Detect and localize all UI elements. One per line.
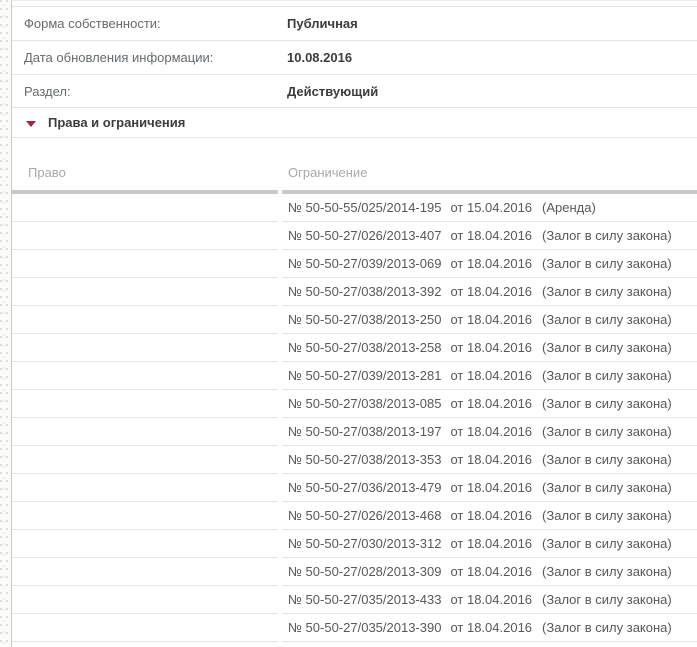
info-row-section: Раздел: Действующий bbox=[12, 75, 697, 108]
restriction-type: (Залог в силу закона) bbox=[542, 228, 672, 243]
restriction-date: от 18.04.2016 bbox=[450, 396, 532, 411]
table-cell-restriction: № 50-50-27/026/2013-407 от 18.04.2016 (З… bbox=[282, 222, 697, 250]
restriction-date: от 18.04.2016 bbox=[450, 256, 532, 271]
restriction-number: № 50-50-27/026/2013-407 bbox=[288, 228, 441, 243]
field-label: Форма собственности: bbox=[24, 16, 287, 31]
field-label: Раздел: bbox=[24, 84, 287, 99]
table-cell-restriction: № 50-50-27/035/2013-390 от 18.04.2016 (З… bbox=[282, 614, 697, 642]
table-cell-right bbox=[12, 558, 278, 586]
info-section: Форма собственности: Публичная Дата обно… bbox=[12, 6, 697, 108]
restriction-date: от 18.04.2016 bbox=[450, 508, 532, 523]
restriction-number: № 50-50-27/038/2013-085 bbox=[288, 396, 441, 411]
table-cell-restriction: № 50-50-27/030/2013-312 от 18.04.2016 (З… bbox=[282, 530, 697, 558]
restriction-date: от 18.04.2016 bbox=[450, 564, 532, 579]
table-cell-restriction: № 50-50-27/038/2013-392 от 18.04.2016 (З… bbox=[282, 278, 697, 306]
table-cell-restriction: № 50-50-27/039/2013-281 от 18.04.2016 (З… bbox=[282, 362, 697, 390]
restriction-date: от 18.04.2016 bbox=[450, 312, 532, 327]
restriction-type: (Залог в силу закона) bbox=[542, 284, 672, 299]
field-value: 10.08.2016 bbox=[287, 50, 352, 65]
restriction-number: № 50-50-27/038/2013-258 bbox=[288, 340, 441, 355]
table-cell-restriction: № 50-50-55/025/2014-195 от 15.04.2016 (А… bbox=[282, 194, 697, 222]
restriction-number: № 50-50-27/028/2013-309 bbox=[288, 564, 441, 579]
restriction-number: № 50-50-27/038/2013-353 bbox=[288, 452, 441, 467]
restriction-number: № 50-50-27/036/2013-479 bbox=[288, 480, 441, 495]
restriction-type: (Залог в силу закона) bbox=[542, 340, 672, 355]
table-cell-right bbox=[12, 474, 278, 502]
table-cell-right bbox=[12, 530, 278, 558]
restriction-date: от 18.04.2016 bbox=[450, 592, 532, 607]
restriction-date: от 18.04.2016 bbox=[450, 228, 532, 243]
table-cell-restriction: № 50-50-27/038/2013-085 от 18.04.2016 (З… bbox=[282, 390, 697, 418]
restriction-date: от 18.04.2016 bbox=[450, 620, 532, 635]
table-cell-right bbox=[12, 194, 278, 222]
table-cell-right bbox=[12, 362, 278, 390]
table-cell-restriction: № 50-50-27/028/2013-309 от 18.04.2016 (З… bbox=[282, 558, 697, 586]
restriction-number: № 50-50-27/039/2013-069 bbox=[288, 256, 441, 271]
restriction-type: (Залог в силу закона) bbox=[542, 564, 672, 579]
table-cell-restriction: № 50-50-27/038/2013-197 от 18.04.2016 (З… bbox=[282, 418, 697, 446]
table-cell-restriction: № 50-50-27/038/2013-250 от 18.04.2016 (З… bbox=[282, 306, 697, 334]
restriction-type: (Залог в силу закона) bbox=[542, 424, 672, 439]
table-cell-right bbox=[12, 306, 278, 334]
restriction-number: № 50-50-27/039/2013-281 bbox=[288, 368, 441, 383]
table-cell-restriction: № 50-50-27/026/2013-468 от 18.04.2016 (З… bbox=[282, 502, 697, 530]
restriction-number: № 50-50-27/038/2013-250 bbox=[288, 312, 441, 327]
restriction-date: от 18.04.2016 bbox=[450, 368, 532, 383]
table-cell-right bbox=[12, 446, 278, 474]
table-cell-right bbox=[12, 586, 278, 614]
table-cell-right bbox=[12, 250, 278, 278]
restriction-number: № 50-50-27/038/2013-197 bbox=[288, 424, 441, 439]
restriction-number: № 50-50-27/030/2013-312 bbox=[288, 536, 441, 551]
restriction-date: от 18.04.2016 bbox=[450, 424, 532, 439]
field-label: Дата обновления информации: bbox=[24, 50, 287, 65]
restriction-type: (Залог в силу закона) bbox=[542, 452, 672, 467]
restriction-date: от 18.04.2016 bbox=[450, 536, 532, 551]
restriction-number: № 50-50-27/035/2013-390 bbox=[288, 620, 441, 635]
table-cell-right bbox=[12, 278, 278, 306]
restriction-type: (Залог в силу закона) bbox=[542, 620, 672, 635]
restriction-type: (Залог в силу закона) bbox=[542, 256, 672, 271]
field-value: Действующий bbox=[287, 84, 378, 99]
section-toggle-rights-restrictions[interactable]: Права и ограничения bbox=[12, 108, 697, 138]
info-row-update-date: Дата обновления информации: 10.08.2016 bbox=[12, 41, 697, 75]
restriction-type: (Аренда) bbox=[542, 200, 596, 215]
restriction-date: от 15.04.2016 bbox=[450, 200, 532, 215]
restriction-type: (Залог в силу закона) bbox=[542, 312, 672, 327]
table-cell-restriction: № 50-50-27/035/2013-433 от 18.04.2016 (З… bbox=[282, 586, 697, 614]
restriction-date: от 18.04.2016 bbox=[450, 452, 532, 467]
restriction-number: № 50-50-55/025/2014-195 bbox=[288, 200, 441, 215]
column-header-right: Право bbox=[12, 138, 278, 194]
table-cell-restriction: № 50-50-27/038/2013-258 от 18.04.2016 (З… bbox=[282, 334, 697, 362]
restriction-number: № 50-50-27/026/2013-468 bbox=[288, 508, 441, 523]
table-cell-right bbox=[12, 418, 278, 446]
table-cell-right bbox=[12, 502, 278, 530]
restriction-type: (Залог в силу закона) bbox=[542, 592, 672, 607]
table-cell-right bbox=[12, 390, 278, 418]
field-value: Публичная bbox=[287, 16, 358, 31]
column-header-restriction: Ограничение bbox=[282, 138, 697, 194]
table-cell-restriction: № 50-50-27/036/2013-479 от 18.04.2016 (З… bbox=[282, 474, 697, 502]
restriction-type: (Залог в силу закона) bbox=[542, 396, 672, 411]
restriction-date: от 18.04.2016 bbox=[450, 340, 532, 355]
triangle-down-icon bbox=[26, 121, 36, 127]
restriction-type: (Залог в силу закона) bbox=[542, 368, 672, 383]
restriction-type: (Залог в силу закона) bbox=[542, 536, 672, 551]
restriction-date: от 18.04.2016 bbox=[450, 480, 532, 495]
restriction-type: (Залог в силу закона) bbox=[542, 480, 672, 495]
section-title: Права и ограничения bbox=[48, 115, 185, 130]
table-cell-right bbox=[12, 222, 278, 250]
restriction-date: от 18.04.2016 bbox=[450, 284, 532, 299]
table-cell-right bbox=[12, 334, 278, 362]
table-cell-restriction: № 50-50-27/039/2013-069 от 18.04.2016 (З… bbox=[282, 250, 697, 278]
restriction-type: (Залог в силу закона) bbox=[542, 508, 672, 523]
page-background: { "colors": { "accent_triangle": "#9e274… bbox=[0, 0, 697, 647]
restriction-number: № 50-50-27/038/2013-392 bbox=[288, 284, 441, 299]
table-cell-restriction: № 50-50-27/038/2013-353 от 18.04.2016 (З… bbox=[282, 446, 697, 474]
content-panel: Форма собственности: Публичная Дата обно… bbox=[11, 0, 697, 647]
info-row-ownership: Форма собственности: Публичная bbox=[12, 7, 697, 41]
table-cell-right bbox=[12, 614, 278, 642]
rights-restrictions-table: Право Ограничение № 50-50-55/025/2014-19… bbox=[12, 138, 697, 642]
restriction-number: № 50-50-27/035/2013-433 bbox=[288, 592, 441, 607]
